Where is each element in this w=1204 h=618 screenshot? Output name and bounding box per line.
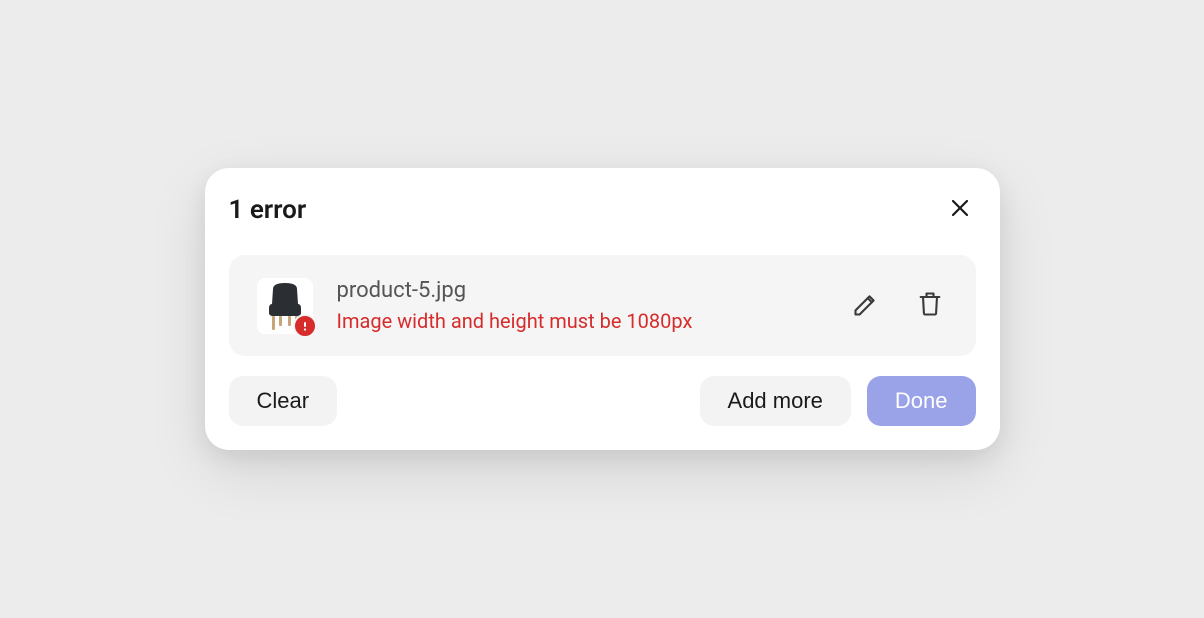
edit-button[interactable] xyxy=(848,286,884,325)
footer-right-actions: Add more Done xyxy=(700,376,976,426)
close-icon xyxy=(948,196,972,223)
pencil-icon xyxy=(852,290,880,321)
trash-icon xyxy=(916,290,944,321)
modal-footer: Clear Add more Done xyxy=(229,376,976,426)
done-button[interactable]: Done xyxy=(867,376,976,426)
modal-header: 1 error xyxy=(229,192,976,227)
file-error-message: Image width and height must be 1080px xyxy=(337,308,824,334)
file-info: product-5.jpg Image width and height mus… xyxy=(337,277,824,334)
file-row: product-5.jpg Image width and height mus… xyxy=(229,255,976,356)
error-badge-icon xyxy=(293,314,317,338)
delete-button[interactable] xyxy=(912,286,948,325)
file-row-actions xyxy=(848,286,948,325)
modal-title: 1 error xyxy=(229,195,307,225)
upload-error-modal: 1 error xyxy=(205,168,1000,450)
file-name: product-5.jpg xyxy=(337,277,824,306)
clear-button[interactable]: Clear xyxy=(229,376,338,426)
add-more-button[interactable]: Add more xyxy=(700,376,851,426)
close-button[interactable] xyxy=(944,192,976,227)
file-thumbnail-wrap xyxy=(257,278,313,334)
